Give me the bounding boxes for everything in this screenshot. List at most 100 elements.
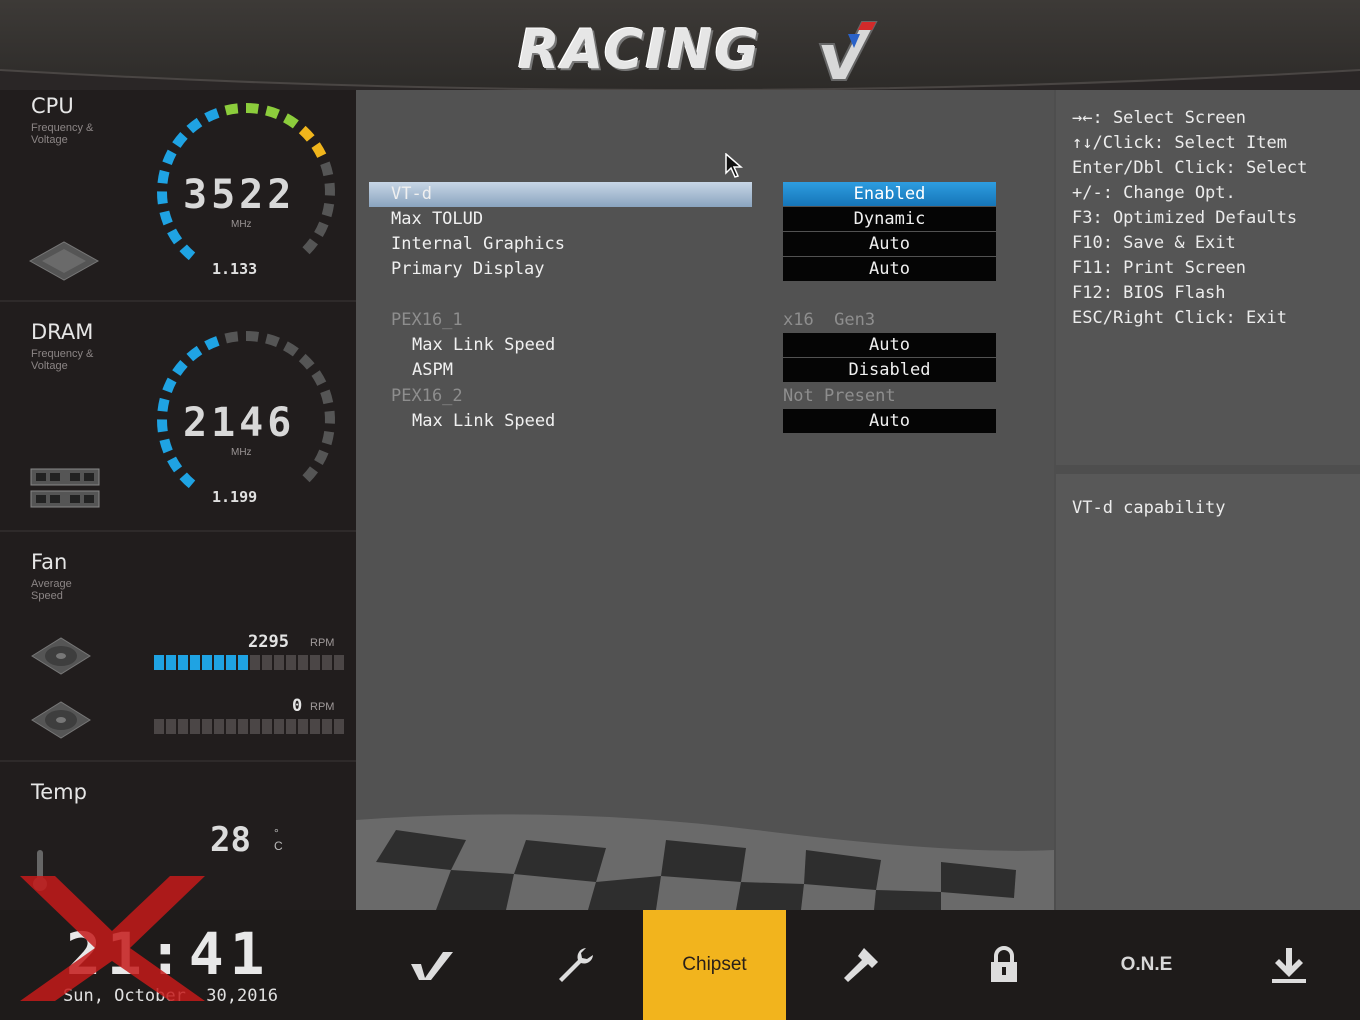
- fan-bar-segment: [226, 655, 236, 670]
- logo-v-mark: [818, 21, 878, 81]
- gauge-tick: [224, 331, 239, 344]
- temp-title: Temp: [31, 780, 87, 804]
- gauge-tick: [298, 353, 315, 370]
- setting-label-pex16-1: PEX16_1: [391, 310, 463, 330]
- racing-logo: RACING: [518, 18, 878, 88]
- nav-overclock[interactable]: [360, 910, 503, 1020]
- help-description-box: VT-d capability: [1056, 474, 1360, 910]
- fan-bar-segment: [334, 719, 344, 734]
- mouse-cursor-icon: [725, 153, 743, 178]
- fan-bar-segment: [250, 655, 260, 670]
- help-keys-box: →←: Select Screen ↑↓/Click: Select Item …: [1056, 90, 1360, 465]
- help-line-f12: F12: BIOS Flash: [1072, 283, 1226, 303]
- gauge-tick: [172, 131, 188, 148]
- nav-chipset[interactable]: Chipset: [643, 910, 786, 1020]
- gauge-tick: [265, 105, 280, 119]
- fan-bar-segment: [262, 655, 272, 670]
- gauge-tick: [157, 397, 170, 412]
- download-icon: [1271, 948, 1306, 983]
- header: RACING: [0, 0, 1360, 110]
- help-line-f11: F11: Print Screen: [1072, 258, 1246, 278]
- fan-subtitle-line-1: Average: [31, 578, 72, 590]
- help-line-f10: F10: Save & Exit: [1072, 233, 1236, 253]
- fan-bar-segment: [178, 719, 188, 734]
- gauge-tick: [186, 345, 203, 362]
- setting-label-aspm[interactable]: ASPM: [412, 360, 453, 380]
- cpu-chip-icon: [28, 241, 100, 281]
- setting-label-primary-display[interactable]: Primary Display: [391, 259, 545, 279]
- fan-bar-segment: [166, 719, 176, 734]
- fan-2-speed-bar: [154, 719, 344, 734]
- fan-bar-segment: [322, 719, 332, 734]
- nav-security[interactable]: [932, 910, 1075, 1020]
- cpu-unit: MHz: [231, 219, 252, 230]
- help-description: VT-d capability: [1072, 498, 1226, 518]
- nav-advanced[interactable]: [503, 910, 646, 1020]
- gauge-tick: [224, 103, 239, 116]
- gauge-tick: [159, 210, 173, 226]
- bottom-nav-bar: 21:41 Sun, October 30,2016 Chipset O.N.E: [0, 876, 1360, 1020]
- dram-title: DRAM: [31, 320, 94, 344]
- dram-module-icon: [30, 468, 100, 508]
- dram-voltage: 1.199: [212, 488, 258, 506]
- setting-label-internal-graphics[interactable]: Internal Graphics: [391, 234, 565, 254]
- gauge-tick: [167, 228, 183, 245]
- fan-bar-segment: [286, 719, 296, 734]
- fan-bar-segment: [262, 719, 272, 734]
- nav-one[interactable]: O.N.E: [1075, 910, 1218, 1020]
- cpu-section: CPU Frequency & Voltage 3522 MHz 1.133: [0, 90, 356, 302]
- gauge-tick: [302, 238, 319, 255]
- gauge-tick: [204, 336, 220, 351]
- fan-bar-segment: [166, 655, 176, 670]
- fan-section: Fan Average Speed 2295 RPM 0 RPM: [0, 532, 356, 762]
- racing-v-icon: [410, 952, 453, 980]
- fan-bar-segment: [190, 719, 200, 734]
- setting-label-max-tolud[interactable]: Max TOLUD: [391, 209, 483, 229]
- help-line-enter: Enter/Dbl Click: Select: [1072, 158, 1308, 178]
- gauge-tick: [320, 161, 334, 177]
- fan-bar-segment: [202, 719, 212, 734]
- setting-label-vt-d[interactable]: VT-d: [391, 184, 432, 204]
- help-line-change-opt: +/-: Change Opt.: [1072, 183, 1236, 203]
- fan-bar-segment: [226, 719, 236, 734]
- cpu-voltage: 1.133: [212, 260, 258, 278]
- fan-bar-segment: [298, 655, 308, 670]
- wrench-icon: [558, 948, 593, 982]
- setting-value-pex16-2: Not Present: [783, 386, 896, 406]
- gauge-tick: [314, 221, 329, 238]
- setting-value-internal-graphics[interactable]: Auto: [783, 232, 996, 256]
- cpu-subtitle: Frequency & Voltage: [31, 122, 93, 146]
- fan-bar-segment: [274, 719, 284, 734]
- setting-value-pex16-2-max-link-speed[interactable]: Auto: [783, 409, 996, 433]
- monitor-panel: CPU Frequency & Voltage 3522 MHz 1.133 D…: [0, 90, 356, 910]
- help-panel: →←: Select Screen ↑↓/Click: Select Item …: [1054, 90, 1360, 910]
- settings-panel: VT-d Enabled Max TOLUD Dynamic Internal …: [356, 90, 1054, 910]
- setting-value-aspm[interactable]: Disabled: [783, 358, 996, 382]
- gauge-tick: [157, 169, 170, 184]
- temp-unit: ° C: [274, 827, 283, 853]
- setting-value-vt-d[interactable]: Enabled: [783, 182, 996, 206]
- nav-boot[interactable]: [789, 910, 932, 1020]
- dram-subtitle-line-1: Frequency &: [31, 348, 94, 360]
- cpu-subtitle-line-1: Frequency &: [31, 122, 94, 134]
- fan-bar-segment: [154, 655, 164, 670]
- setting-label-pex16-1-max-link-speed[interactable]: Max Link Speed: [412, 335, 555, 355]
- checkered-flag-decoration: [356, 814, 1054, 910]
- cpu-title: CPU: [31, 94, 74, 118]
- gauge-tick: [167, 456, 183, 473]
- gauge-tick: [162, 149, 177, 166]
- setting-value-pex16-1-max-link-speed[interactable]: Auto: [783, 333, 996, 357]
- fan-bar-segment: [310, 719, 320, 734]
- nav-save-exit[interactable]: [1217, 910, 1360, 1020]
- fan-bar-segment: [322, 655, 332, 670]
- setting-label-pex16-2-max-link-speed[interactable]: Max Link Speed: [412, 411, 555, 431]
- gauge-tick: [179, 472, 196, 489]
- gauge-tick: [204, 108, 220, 123]
- help-line-select-item: ↑↓/Click: Select Item: [1072, 133, 1287, 153]
- fan-subtitle-line-2: Speed: [31, 590, 63, 602]
- setting-value-primary-display[interactable]: Auto: [783, 257, 996, 281]
- setting-value-max-tolud[interactable]: Dynamic: [783, 207, 996, 231]
- logo-text: RACING: [518, 18, 761, 81]
- fan-1-rpm: 2295: [248, 632, 289, 652]
- fan-bar-segment: [286, 655, 296, 670]
